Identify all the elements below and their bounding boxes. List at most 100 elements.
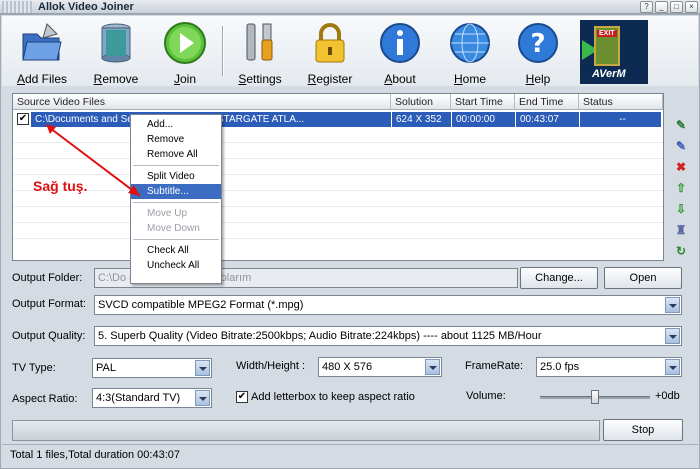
file-path-cell-start: C:\Documents and Se xyxy=(31,112,131,127)
column-header-start[interactable]: Start Time xyxy=(451,94,515,110)
volume-value: +0db xyxy=(655,390,680,402)
clear-icon[interactable]: ♜ xyxy=(674,223,688,237)
settings-button[interactable]: Settings xyxy=(228,18,292,86)
join-button[interactable]: Join xyxy=(153,18,217,86)
chevron-down-icon[interactable] xyxy=(665,297,680,313)
volume-label: Volume: xyxy=(466,390,506,402)
tools-icon xyxy=(237,20,283,66)
add-files-button[interactable]: Add Files xyxy=(10,18,74,86)
output-quality-select[interactable]: 5. Superb Quality (Video Bitrate:2500kbp… xyxy=(94,326,682,346)
volume-slider[interactable] xyxy=(540,390,650,404)
output-folder-label: Output Folder: xyxy=(12,272,83,284)
edit-side-icon[interactable]: ✎ xyxy=(674,139,688,153)
row-checkbox[interactable]: ✔ xyxy=(17,113,29,125)
grid-line xyxy=(13,190,663,191)
menu-separator xyxy=(133,165,219,166)
lock-icon xyxy=(307,20,353,66)
menu-item-remove-all[interactable]: Remove All xyxy=(131,147,221,162)
globe-icon xyxy=(447,20,493,66)
spool-icon xyxy=(93,20,139,66)
window-title: Allok Video Joiner xyxy=(38,1,134,13)
column-header-solution[interactable]: Solution xyxy=(391,94,451,110)
width-height-label: Width/Height : xyxy=(236,360,306,372)
grid-line xyxy=(13,142,663,143)
context-menu: Add... Remove Remove All Split Video Sub… xyxy=(130,114,222,284)
grid-line xyxy=(13,238,663,239)
aspect-ratio-label: Aspect Ratio: xyxy=(12,393,78,405)
remove-button[interactable]: Remove xyxy=(84,18,148,86)
start-time-cell: 00:00:00 xyxy=(451,112,515,127)
menu-item-uncheck-all[interactable]: Uncheck All xyxy=(131,258,221,273)
chevron-down-icon[interactable] xyxy=(665,359,680,375)
info-icon xyxy=(377,20,423,66)
framerate-select[interactable]: 25.0 fps xyxy=(536,357,682,377)
output-format-label: Output Format: xyxy=(12,298,86,310)
open-folder-button[interactable]: Open xyxy=(604,267,682,289)
toolbar-separator xyxy=(222,26,224,76)
list-header: Source Video Files Solution Start Time E… xyxy=(13,94,663,110)
chevron-down-icon[interactable] xyxy=(195,390,210,406)
grid-line xyxy=(13,206,663,207)
output-format-select[interactable]: SVCD compatible MPEG2 Format (*.mpg) xyxy=(94,295,682,315)
chevron-down-icon[interactable] xyxy=(425,359,440,375)
side-toolbar: ✎ ✎ ✖ ⇧ ⇩ ♜ ↻ xyxy=(674,118,690,265)
aspect-ratio-select[interactable]: 4:3(Standard TV) xyxy=(92,388,212,408)
annotation-text: Sağ tuş. xyxy=(33,178,88,194)
help-window-icon[interactable]: ? xyxy=(640,1,653,13)
progress-bar xyxy=(12,420,600,441)
letterbox-checkbox[interactable]: ✔ xyxy=(236,391,248,403)
menu-item-add[interactable]: Add... xyxy=(131,117,221,132)
slider-thumb[interactable] xyxy=(591,390,599,404)
status-text: Total 1 files,Total duration 00:43:07 xyxy=(10,449,181,461)
help-button[interactable]: ? Help xyxy=(506,18,570,86)
add-folder-icon xyxy=(19,20,65,66)
letterbox-label: Add letterbox to keep aspect ratio xyxy=(251,391,415,403)
question-icon: ? xyxy=(515,20,561,66)
change-folder-button[interactable]: Change... xyxy=(520,267,598,289)
grid-line xyxy=(13,174,663,175)
menu-item-subtitle[interactable]: Subtitle... xyxy=(131,184,221,199)
home-button[interactable]: Home xyxy=(438,18,502,86)
about-button[interactable]: About xyxy=(368,18,432,86)
tv-type-select[interactable]: PAL xyxy=(92,358,212,378)
move-down-icon[interactable]: ⇩ xyxy=(674,202,688,216)
output-quality-label: Output Quality: xyxy=(12,330,86,342)
menu-separator xyxy=(133,202,219,203)
ad-brand: AVerM xyxy=(592,68,626,80)
column-header-status[interactable]: Status xyxy=(579,94,663,110)
maximize-icon[interactable]: □ xyxy=(670,1,683,13)
status-cell: -- xyxy=(579,112,661,127)
status-bar: Total 1 files,Total duration 00:43:07 xyxy=(2,444,698,466)
menu-item-move-up: Move Up xyxy=(147,208,188,219)
grid-line xyxy=(13,158,663,159)
end-time-cell: 00:43:07 xyxy=(515,112,579,127)
width-height-select[interactable]: 480 X 576 xyxy=(318,357,442,377)
advertisement-banner[interactable]: EXIT AVerM xyxy=(580,20,648,84)
title-bar: Allok Video Joiner ? _ □ × xyxy=(0,0,700,14)
move-up-icon[interactable]: ⇧ xyxy=(674,181,688,195)
solution-cell: 624 X 352 xyxy=(391,112,451,127)
app-logo-icon xyxy=(2,1,32,13)
tv-type-label: TV Type: xyxy=(12,362,56,374)
refresh-icon[interactable]: ↻ xyxy=(674,244,688,258)
minimize-icon[interactable]: _ xyxy=(655,1,668,13)
column-header-end[interactable]: End Time xyxy=(515,94,579,110)
play-icon xyxy=(162,20,208,66)
table-row[interactable]: ✔ C:\Documents and Se gelerim\Videolarım… xyxy=(15,112,661,127)
menu-item-split-video[interactable]: Split Video xyxy=(131,169,221,184)
stop-button[interactable]: Stop xyxy=(603,419,683,441)
chevron-down-icon[interactable] xyxy=(195,360,210,376)
add-file-side-icon[interactable]: ✎ xyxy=(674,118,688,132)
delete-side-icon[interactable]: ✖ xyxy=(674,160,688,174)
chevron-down-icon[interactable] xyxy=(665,328,680,344)
menu-separator xyxy=(133,239,219,240)
menu-item-remove[interactable]: Remove xyxy=(131,132,221,147)
source-files-list[interactable]: Source Video Files Solution Start Time E… xyxy=(12,93,664,261)
column-header-source[interactable]: Source Video Files xyxy=(13,94,391,110)
framerate-label: FrameRate: xyxy=(465,360,524,372)
menu-item-move-down: Move Down xyxy=(147,223,200,234)
window-controls: ? _ □ × xyxy=(640,1,698,13)
register-button[interactable]: Register xyxy=(298,18,362,86)
close-icon[interactable]: × xyxy=(685,1,698,13)
menu-item-check-all[interactable]: Check All xyxy=(131,243,221,258)
